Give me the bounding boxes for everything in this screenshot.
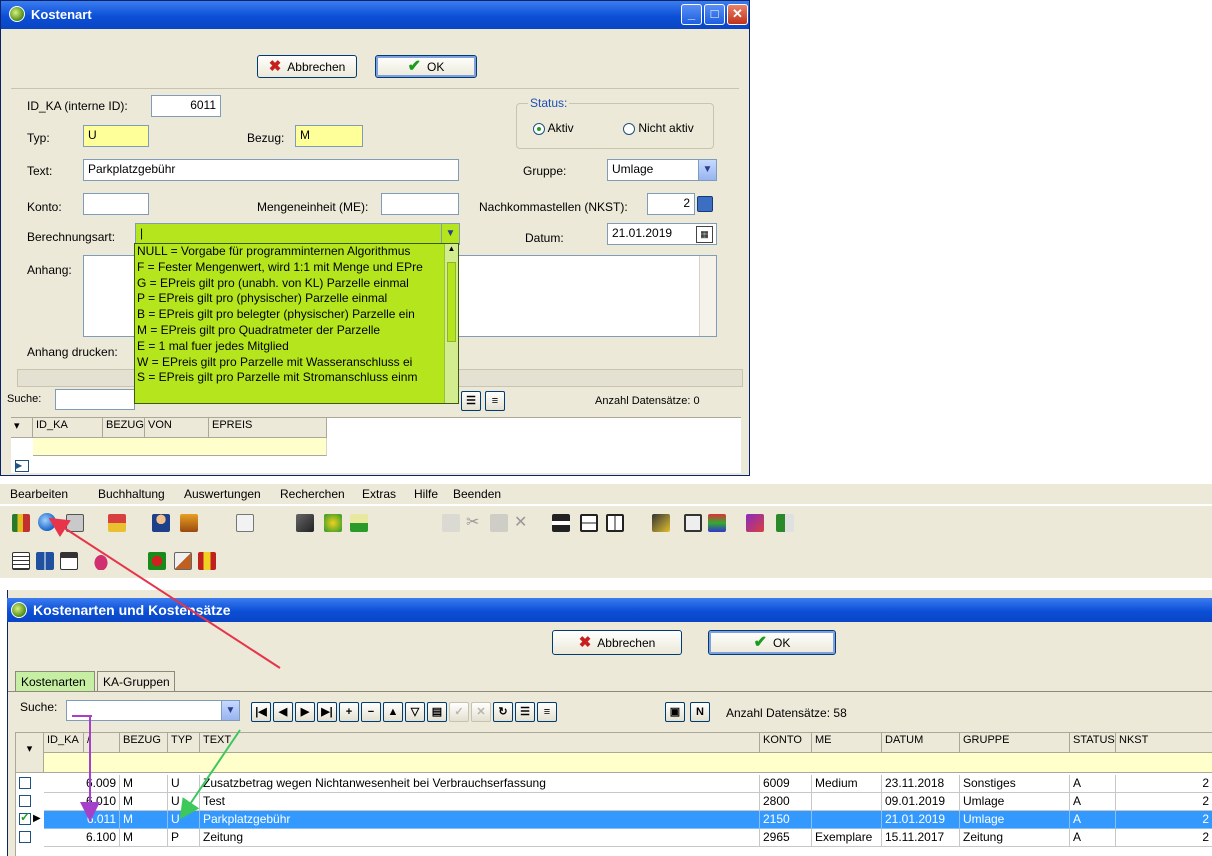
green-arrow — [179, 729, 241, 820]
annotation-arrows — [48, 517, 281, 822]
red-arrow — [48, 517, 281, 669]
